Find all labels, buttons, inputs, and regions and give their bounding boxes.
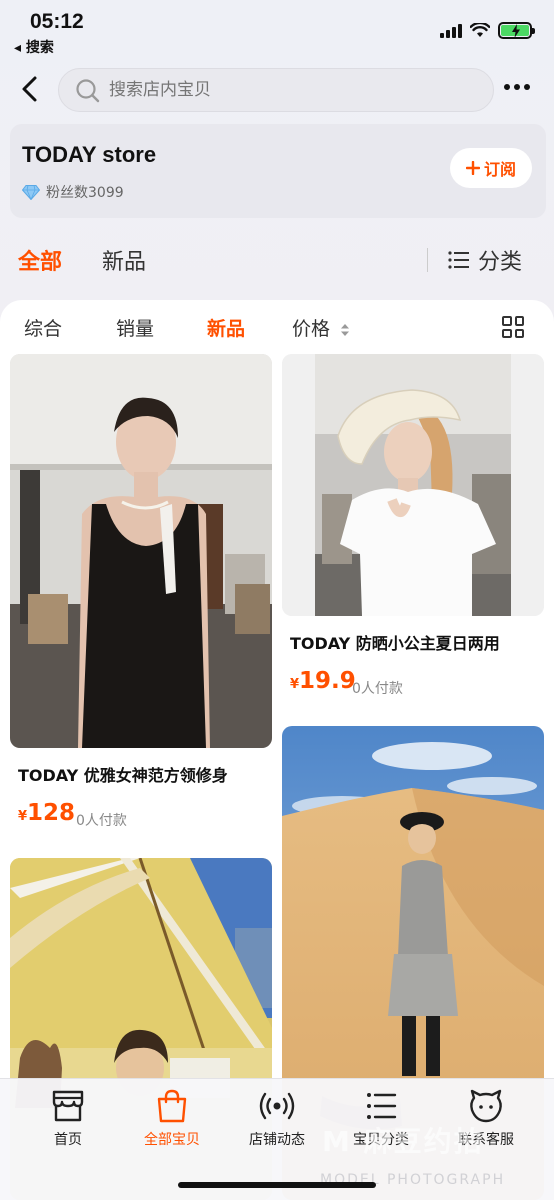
diamond-icon	[22, 184, 40, 200]
nav-store-updates[interactable]: 店铺动态	[222, 1079, 332, 1159]
chevron-left-icon	[22, 76, 37, 102]
sort-price-label: 价格	[292, 318, 331, 340]
nav-home[interactable]: 首页	[13, 1079, 123, 1159]
more-dot-icon	[514, 84, 520, 90]
price-value: 19.9	[299, 668, 356, 694]
sort-arrows-icon	[341, 323, 350, 336]
sort-new[interactable]: 新品	[207, 314, 245, 341]
subscribe-label: 订阅	[483, 160, 516, 179]
more-dot-icon	[504, 84, 510, 90]
product-image[interactable]	[282, 354, 544, 616]
price-value: 128	[27, 800, 76, 826]
sort-general[interactable]: 综合	[24, 314, 62, 341]
grid-view-icon[interactable]	[502, 316, 524, 338]
product-price: ¥19.9	[290, 668, 356, 694]
sold-count: 0人付款	[352, 681, 403, 697]
store-info-card: TODAY store 粉丝数3099 订阅	[10, 124, 546, 218]
currency-symbol: ¥	[290, 677, 300, 692]
watermark-logo: M 麻豆约拍	[322, 1125, 484, 1158]
tab-new[interactable]: 新品	[102, 244, 146, 276]
search-input[interactable]	[109, 77, 469, 103]
tab-all[interactable]: 全部	[18, 244, 62, 276]
more-options-button[interactable]	[504, 84, 530, 90]
status-icons	[440, 22, 535, 39]
storefront-icon	[52, 1090, 84, 1122]
nav-label: 首页	[54, 1132, 82, 1148]
product-title[interactable]: TODAY 优雅女神范方领修身	[18, 762, 228, 786]
home-indicator[interactable]	[178, 1182, 376, 1188]
more-dot-icon	[524, 84, 530, 90]
back-button[interactable]	[16, 74, 46, 104]
store-search-bar[interactable]	[58, 68, 494, 112]
sort-bar: 综合 销量 新品 价格	[0, 312, 554, 346]
product-price: ¥128	[18, 800, 75, 826]
product-panel: 综合 销量 新品 价格 TODAY 优雅女神范方领修身 ¥128 0人付款 TO…	[0, 300, 554, 1200]
back-to-search-link[interactable]: ◂ 搜索	[14, 37, 54, 57]
fans-count-label: 粉丝数3099	[46, 185, 124, 201]
battery-charging-icon	[498, 22, 535, 39]
menu-list-icon	[448, 251, 469, 269]
nav-all-products[interactable]: 全部宝贝	[117, 1079, 227, 1159]
list-icon	[367, 1093, 397, 1119]
category-tabs: 全部 新品 分类	[0, 238, 554, 282]
categories-button[interactable]: 分类	[448, 244, 522, 276]
subscribe-button[interactable]: 订阅	[450, 148, 532, 188]
tab-divider	[427, 248, 428, 272]
categories-label: 分类	[478, 250, 523, 275]
nav-label: 店铺动态	[249, 1132, 305, 1148]
sort-sales[interactable]: 销量	[116, 314, 154, 341]
product-image[interactable]	[10, 354, 272, 748]
broadcast-icon	[259, 1092, 295, 1120]
currency-symbol: ¥	[18, 809, 28, 824]
nav-label: 全部宝贝	[144, 1132, 200, 1148]
status-bar: 05:12 ◂ 搜索	[0, 0, 554, 60]
product-title[interactable]: TODAY 防晒小公主夏日两用	[290, 630, 500, 654]
fans-count: 粉丝数3099	[22, 182, 124, 202]
status-time: 05:12	[30, 10, 84, 33]
sort-price[interactable]: 价格	[292, 314, 350, 341]
chat-face-icon	[470, 1089, 502, 1123]
product-card[interactable]: TODAY 优雅女神范方领修身 ¥128 0人付款	[10, 354, 272, 844]
plus-icon	[465, 161, 480, 175]
store-name: TODAY store	[22, 142, 157, 167]
product-card[interactable]: TODAY 防晒小公主夏日两用 ¥19.9 0人付款	[282, 354, 544, 710]
cellular-signal-icon	[440, 23, 462, 38]
wifi-icon	[470, 23, 490, 37]
search-icon	[76, 79, 100, 103]
shopping-bag-icon	[157, 1089, 187, 1123]
sold-count: 0人付款	[76, 813, 127, 829]
